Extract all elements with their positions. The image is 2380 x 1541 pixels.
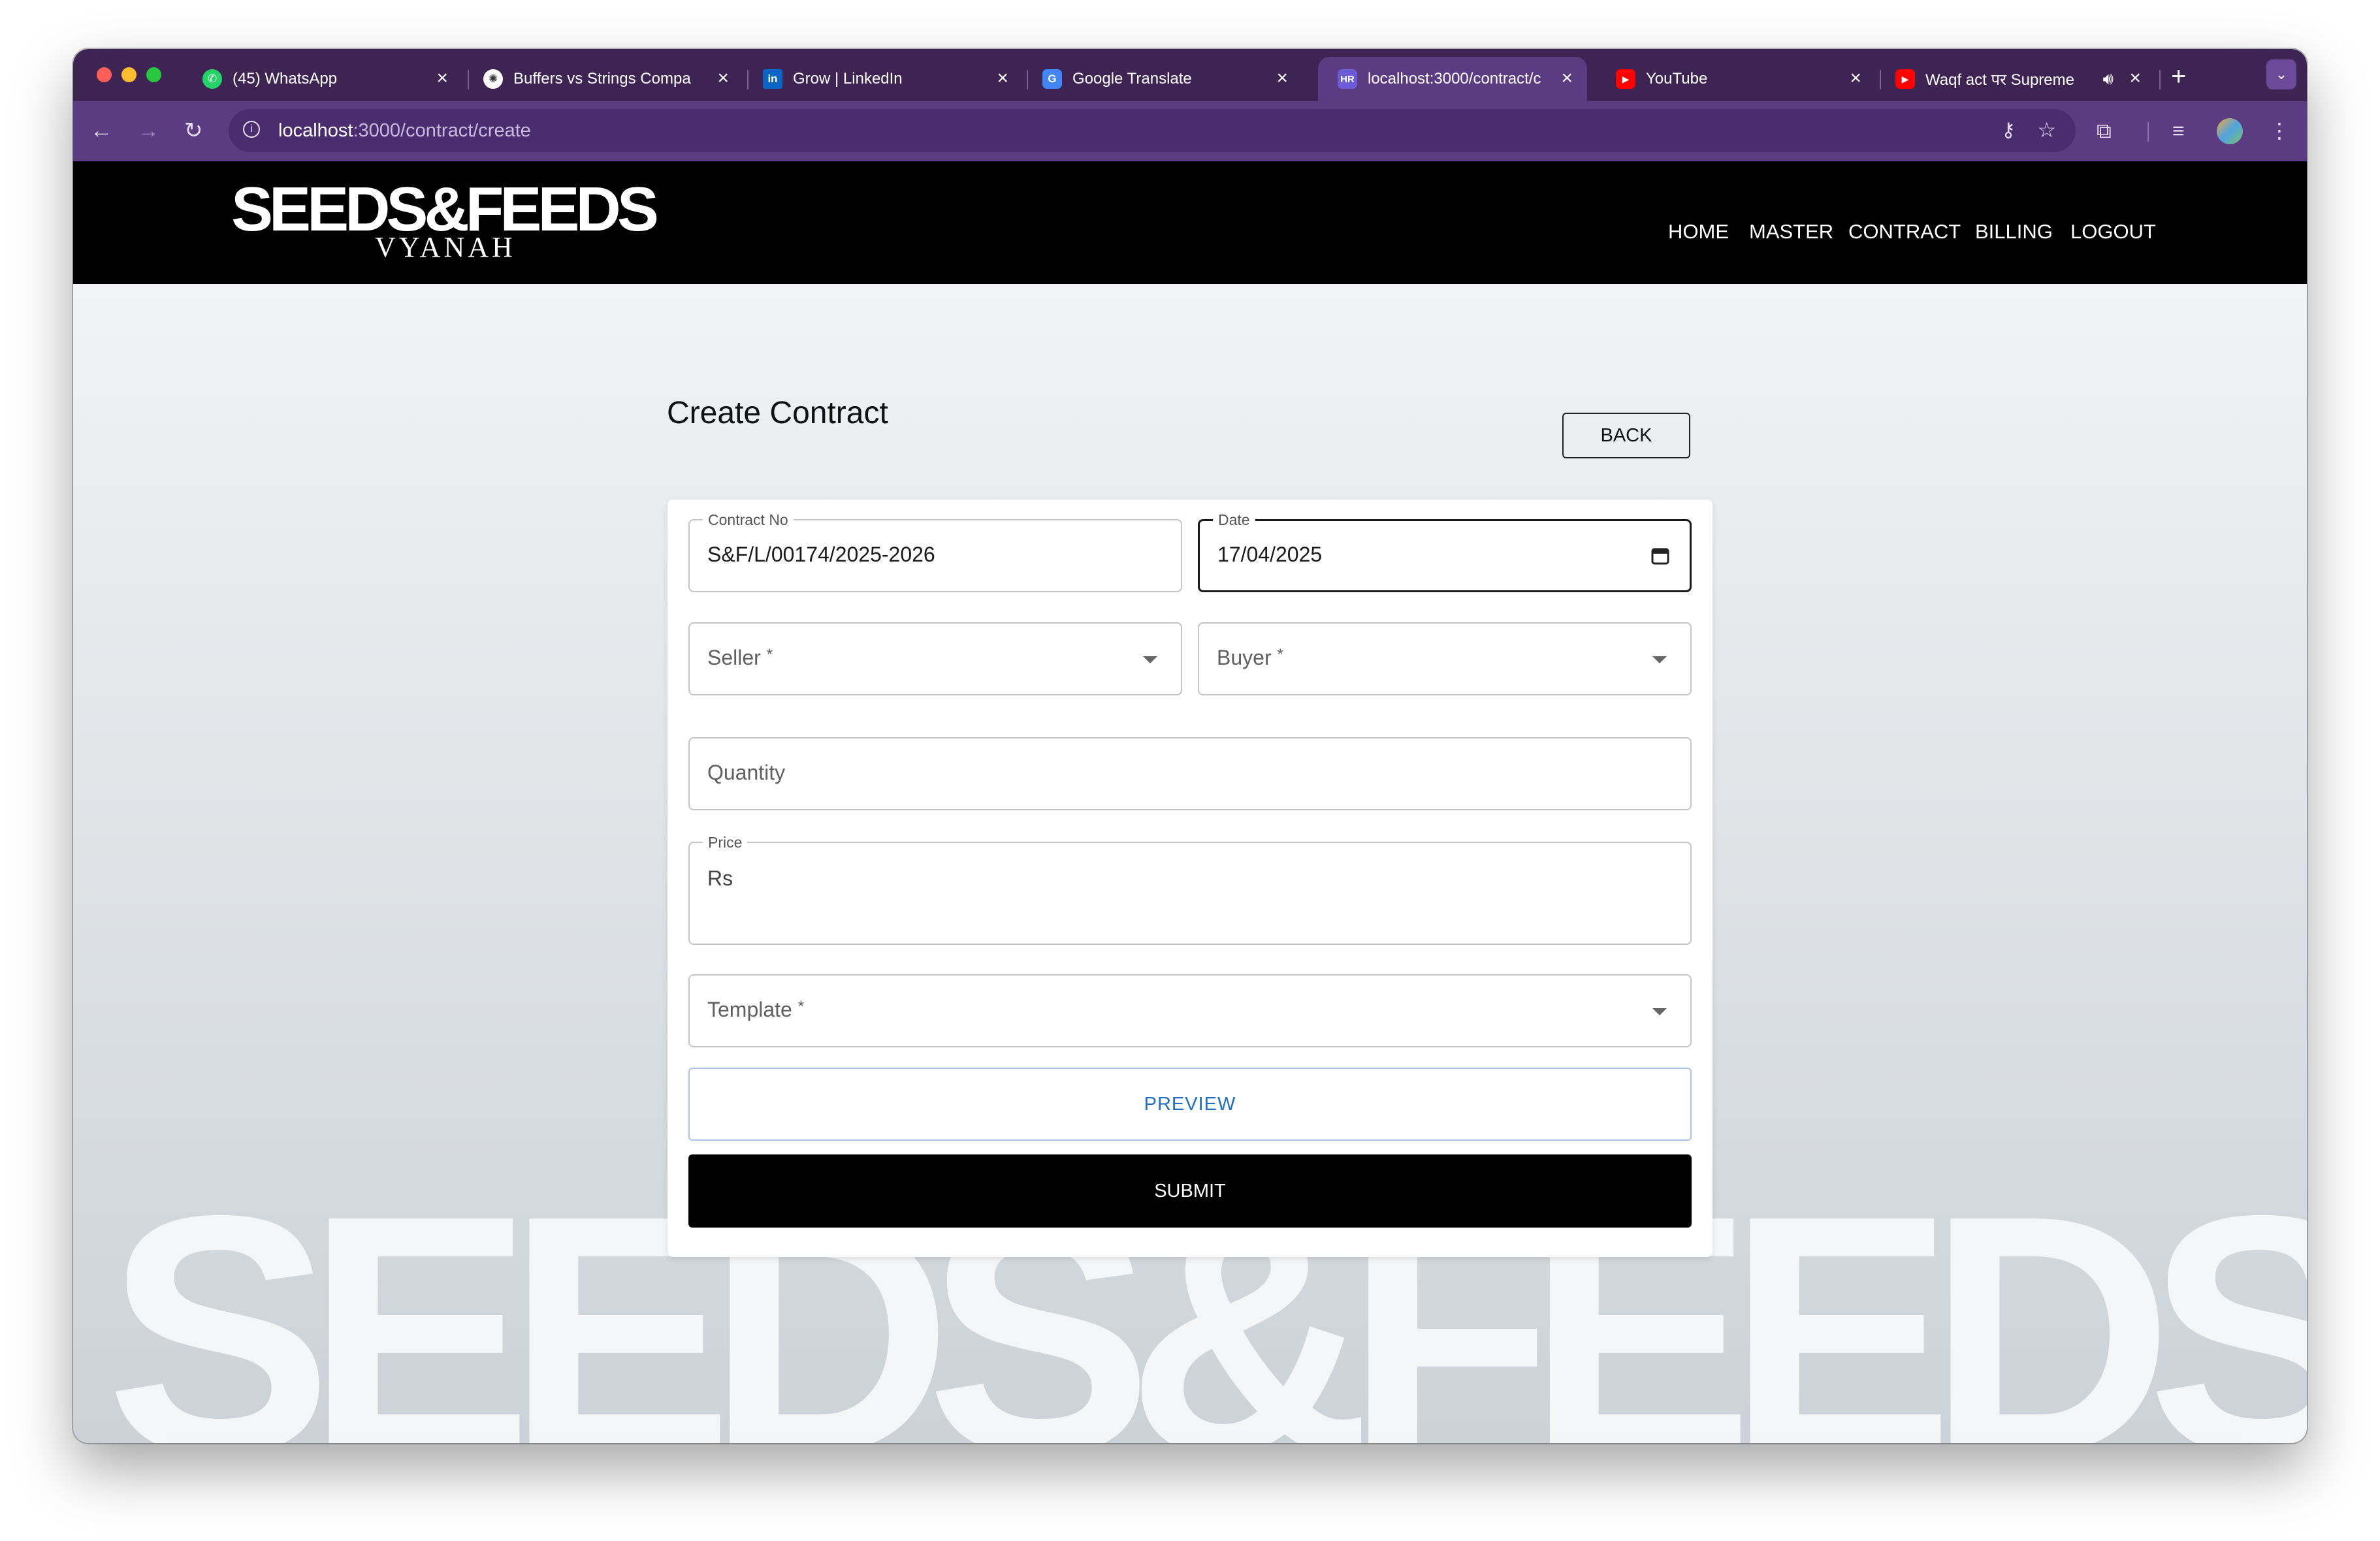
youtube-icon: ▶ — [1616, 69, 1635, 89]
tab-title: YouTube — [1646, 70, 1708, 87]
date-value: 17/04/2025 — [1217, 543, 1323, 566]
tab-title: Google Translate — [1072, 70, 1192, 87]
maximize-window-button[interactable] — [146, 67, 161, 82]
tab-google-translate[interactable]: G Google Translate × — [1023, 57, 1302, 101]
back-arrow-icon[interactable]: ← — [90, 119, 112, 142]
contract-no-field[interactable]: Contract No S&F/L/00174/2025-2026 — [688, 511, 1182, 592]
address-bar[interactable]: i localhost:3000/contract/create ⚷ ☆ — [229, 109, 2076, 152]
reading-list-icon[interactable]: ≡ — [2172, 119, 2185, 142]
bookmark-star-icon[interactable]: ☆ — [2037, 119, 2056, 141]
linkedin-icon: in — [763, 69, 782, 89]
seller-placeholder: Seller * — [707, 646, 773, 669]
seller-select[interactable]: Seller * — [688, 622, 1182, 695]
chevron-down-icon — [1652, 656, 1667, 663]
tab-search-button[interactable]: ⌄ — [2266, 59, 2296, 89]
chatgpt-icon: ✺ — [483, 69, 503, 89]
more-menu-icon[interactable]: ⋮ — [2269, 119, 2290, 142]
nav-billing[interactable]: BILLING — [1975, 221, 2053, 242]
browser-toolbar: ← → ↻ i localhost:3000/contract/create ⚷… — [73, 101, 2307, 161]
avatar[interactable] — [2217, 118, 2243, 144]
quantity-placeholder: Quantity — [707, 761, 786, 784]
page-title: Create Contract — [667, 396, 888, 430]
close-icon[interactable]: × — [436, 69, 448, 88]
tab-chatgpt[interactable]: ✺ Buffers vs Strings Compa × — [464, 57, 743, 101]
buyer-select[interactable]: Buyer * — [1198, 622, 1692, 695]
browser-window: ✆ (45) WhatsApp × ✺ Buffers vs Strings C… — [73, 49, 2307, 1443]
close-icon[interactable]: × — [717, 69, 729, 88]
tab-title: Buffers vs Strings Compa — [513, 70, 691, 87]
nav-logout[interactable]: LOGOUT — [2070, 221, 2156, 242]
preview-button[interactable]: PREVIEW — [688, 1068, 1692, 1141]
contract-no-value: S&F/L/00174/2025-2026 — [707, 543, 935, 566]
google-translate-icon: G — [1042, 69, 1062, 89]
price-value: Rs — [707, 866, 733, 890]
tab-youtube-waqf[interactable]: ▶ Waqf act पर Supreme 🔊︎ × — [1876, 57, 2155, 101]
hr-app-icon: HR — [1338, 69, 1357, 89]
tab-strip: ✆ (45) WhatsApp × ✺ Buffers vs Strings C… — [73, 49, 2307, 101]
price-label: Price — [703, 834, 748, 851]
nav-contract[interactable]: CONTRACT — [1848, 221, 1961, 242]
tab-title: localhost:3000/contract/c — [1368, 70, 1541, 87]
calendar-icon[interactable] — [1650, 546, 1670, 565]
close-window-button[interactable] — [97, 67, 112, 82]
date-label: Date — [1213, 511, 1255, 528]
nav-master[interactable]: MASTER — [1749, 221, 1833, 242]
nav-home[interactable]: HOME — [1668, 221, 1729, 242]
date-field[interactable]: Date 17/04/2025 — [1198, 511, 1692, 592]
price-input[interactable]: Price Rs — [688, 834, 1692, 945]
password-key-icon[interactable]: ⚷ — [2001, 119, 2016, 142]
back-button[interactable]: BACK — [1562, 413, 1690, 458]
buyer-placeholder: Buyer * — [1217, 646, 1283, 669]
tab-linkedin[interactable]: in Grow | LinkedIn × — [743, 57, 1023, 101]
page-content: SEEDS&FEEDS Create Contract BACK Contrac… — [73, 284, 2307, 1443]
close-icon[interactable]: × — [1850, 69, 1861, 88]
tab-youtube[interactable]: ▶ YouTube × — [1596, 57, 1876, 101]
template-select[interactable]: Template * — [688, 974, 1692, 1047]
close-icon[interactable]: × — [997, 69, 1008, 88]
submit-button[interactable]: SUBMIT — [688, 1154, 1692, 1228]
forward-arrow-icon[interactable]: → — [137, 119, 159, 142]
tab-localhost-active[interactable]: HR localhost:3000/contract/c × — [1318, 57, 1587, 101]
tab-title: (45) WhatsApp — [233, 70, 338, 87]
youtube-icon: ▶ — [1895, 69, 1915, 89]
contract-form-card: Contract No S&F/L/00174/2025-2026 Date 1… — [667, 500, 1713, 1257]
url-text: localhost:3000/contract/create — [278, 120, 531, 141]
site-info-icon[interactable]: i — [243, 121, 260, 138]
whatsapp-icon: ✆ — [202, 69, 222, 89]
tab-whatsapp[interactable]: ✆ (45) WhatsApp × — [183, 57, 462, 101]
extensions-icon[interactable]: ⧉ — [2097, 119, 2112, 142]
close-icon[interactable]: × — [2129, 69, 2141, 88]
site-header: SEEDS&FEEDS VYANAH HOME MASTER CONTRACT … — [73, 161, 2307, 284]
reload-icon[interactable]: ↻ — [184, 119, 203, 142]
contract-no-label: Contract No — [703, 511, 794, 528]
minimize-window-button[interactable] — [121, 67, 137, 82]
new-tab-button[interactable]: + — [2171, 63, 2186, 89]
tab-title: Grow | LinkedIn — [793, 70, 903, 87]
template-placeholder: Template * — [707, 998, 805, 1021]
close-icon[interactable]: × — [1276, 69, 1288, 88]
chevron-down-icon — [1143, 656, 1157, 663]
chevron-down-icon — [1652, 1008, 1667, 1015]
tab-title: Waqf act पर Supreme — [1925, 71, 2074, 89]
close-icon[interactable]: × — [1561, 69, 1573, 88]
quantity-input[interactable]: Quantity — [688, 737, 1692, 810]
site-logo-subtitle: VYANAH — [375, 231, 516, 263]
audio-playing-icon[interactable]: 🔊︎ — [2103, 69, 2114, 89]
